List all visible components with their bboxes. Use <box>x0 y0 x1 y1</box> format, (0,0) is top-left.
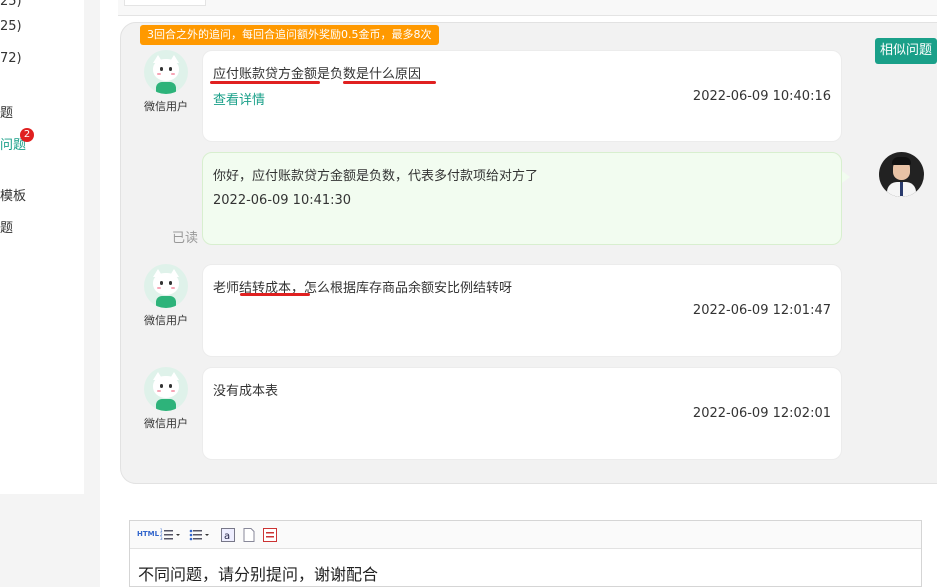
user-name: 微信用户 <box>144 314 188 327</box>
editor-content[interactable]: 不同问题，请分别提问，谢谢配合 <box>138 561 378 585</box>
sidebar-item-2[interactable]: 25) <box>0 19 22 34</box>
reply-time: 2022-06-09 10:41:30 <box>213 193 352 208</box>
follow-up-notice: 3回合之外的追问，每回合追问额外奖励0.5金币，最多8次 <box>140 25 439 45</box>
cat-avatar-icon <box>144 367 188 411</box>
sidebar-item-6[interactable]: 题 <box>0 217 13 236</box>
link-icon[interactable]: a <box>221 528 235 542</box>
sidebar: 25) 25) 72) 题 问题 2 模板 题 <box>0 0 84 494</box>
cat-avatar-icon <box>144 264 188 308</box>
message-text: 没有成本表 <box>213 384 279 399</box>
reply-editor: HTML 123 a 不同问题，请分别提问，谢谢配合 <box>129 520 922 587</box>
sidebar-item-1[interactable]: 25) <box>0 0 22 9</box>
user-avatar: 微信用户 <box>138 264 194 328</box>
ordered-list-icon[interactable]: 123 <box>160 528 182 542</box>
message-time: 2022-06-09 12:02:01 <box>692 406 831 421</box>
sidebar-item-3[interactable]: 72) <box>0 51 22 66</box>
cat-avatar-icon <box>144 50 188 94</box>
svg-text:a: a <box>224 531 230 542</box>
red-underline-mark <box>343 81 436 84</box>
teacher-avatar <box>879 152 924 197</box>
sidebar-badge: 2 <box>20 128 34 142</box>
block-icon[interactable] <box>263 528 277 542</box>
user-name: 微信用户 <box>144 417 188 430</box>
editor-toolbar: HTML 123 a <box>130 521 921 549</box>
user-avatar: 微信用户 <box>138 50 194 114</box>
red-underline-mark <box>210 81 320 84</box>
message-text: 应付账款贷方金额是负数是什么原因 <box>213 67 422 82</box>
bubble-tail <box>842 171 850 183</box>
user-name: 微信用户 <box>144 100 188 113</box>
top-tab <box>124 0 206 6</box>
sidebar-item-4[interactable]: 题 <box>0 102 13 121</box>
message-bubble: 没有成本表 2022-06-09 12:02:01 <box>202 367 842 460</box>
top-strip <box>118 0 937 16</box>
read-status: 已读 <box>172 231 199 246</box>
message-time: 2022-06-09 10:40:16 <box>692 89 831 104</box>
view-details-link[interactable]: 查看详情 <box>213 89 265 108</box>
unordered-list-icon[interactable] <box>189 528 211 542</box>
message-bubble: 应付账款贷方金额是负数是什么原因 查看详情 2022-06-09 10:40:1… <box>202 50 842 142</box>
html-source-button[interactable]: HTML <box>137 530 159 544</box>
red-underline-mark <box>240 293 310 296</box>
reply-text: 你好，应付账款贷方金额是负数，代表多付款项给对方了 <box>213 169 539 184</box>
sidebar-item-templates[interactable]: 模板 <box>0 185 26 204</box>
user-avatar: 微信用户 <box>138 367 194 431</box>
svg-text:3: 3 <box>160 536 163 541</box>
reply-bubble: 你好，应付账款贷方金额是负数，代表多付款项给对方了 2022-06-09 10:… <box>202 152 842 245</box>
page-icon[interactable] <box>242 528 256 542</box>
message-time: 2022-06-09 12:01:47 <box>692 303 831 318</box>
message-bubble: 老师结转成本，怎么根据库存商品余额安比例结转呀 2022-06-09 12:01… <box>202 264 842 357</box>
similar-questions-button[interactable]: 相似问题 <box>875 38 937 64</box>
